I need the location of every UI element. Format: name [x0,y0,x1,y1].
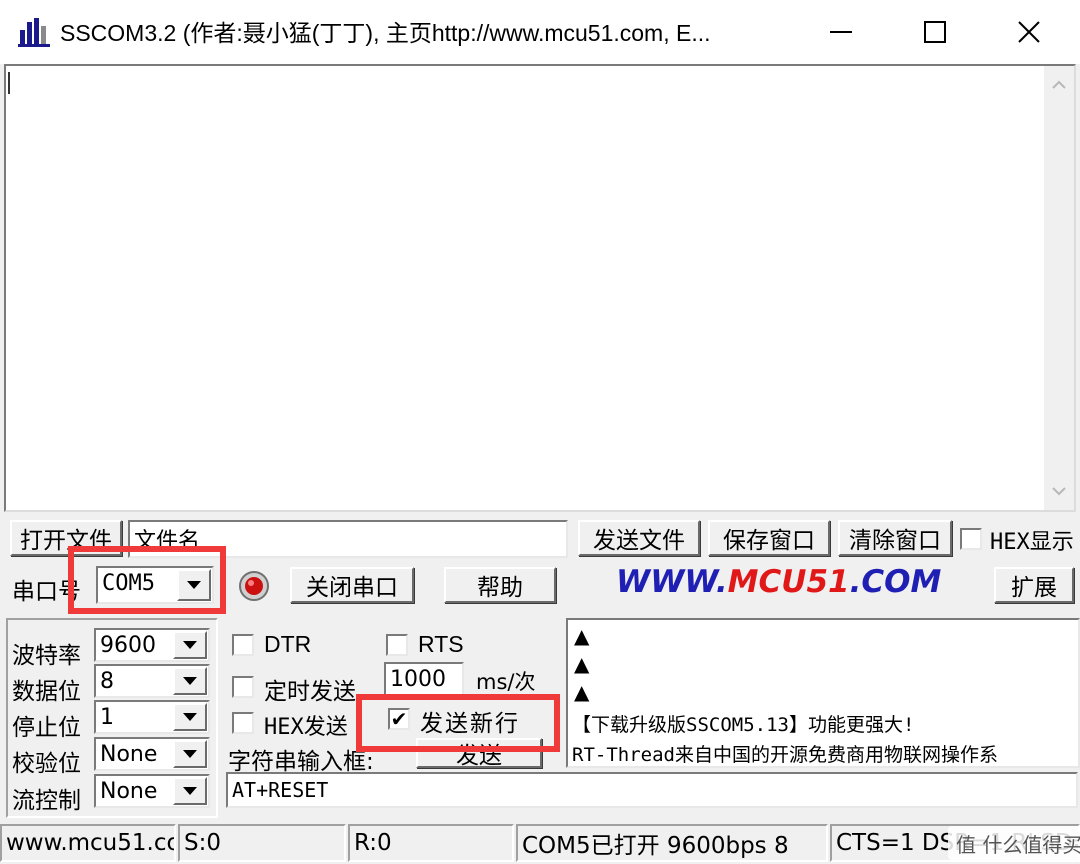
dropdown-arrow-icon[interactable] [173,667,207,695]
baud-select[interactable]: 9600 [94,628,210,662]
website-link-com: .COM [849,564,942,600]
databits-select-value: 8 [100,669,114,694]
dropdown-arrow-icon[interactable] [173,777,207,805]
stopbits-select-value: 1 [100,705,114,730]
databits-label: 数据位 [12,679,81,705]
dropdown-arrow-icon[interactable] [173,740,207,768]
status-port-state: COM5已打开 9600bps 8 [516,824,828,862]
marker-icon: ▲ [574,680,590,704]
save-window-button[interactable]: 保存窗口 [708,520,830,556]
parity-select[interactable]: None [94,737,210,771]
hex-display-checkbox[interactable] [960,528,982,550]
timed-send-label: 定时发送 [264,679,356,705]
parity-select-value: None [100,742,158,767]
vertical-scrollbar[interactable] [1044,66,1074,510]
dtr-label: DTR [264,631,312,657]
send-string-input[interactable]: AT+RESET [226,772,1078,808]
port-status-led-icon [238,570,270,602]
website-link-www: WWW. [616,564,728,600]
app-icon [18,16,50,48]
minimize-icon [830,31,852,33]
string-input-label: 字符串输入框: [228,749,374,775]
status-sent: S:0 [178,824,346,862]
timed-send-checkbox[interactable] [232,676,254,698]
info-rtthread-line[interactable]: RT-Thread来自中国的开源免费商用物联网操作系 [572,740,1076,767]
flow-label: 流控制 [12,788,81,814]
rts-label: RTS [418,631,464,657]
scroll-up-icon[interactable] [1051,80,1067,90]
marker-icon: ▲ [574,652,590,676]
dropdown-arrow-icon[interactable] [173,631,207,659]
watermark: 值 什么值得买 [948,826,1080,860]
baud-select-value: 9600 [100,633,156,658]
hex-send-checkbox[interactable] [232,712,254,734]
info-upgrade-link[interactable]: 【下载升级版SSCOM5.13】功能更强大! [572,710,914,737]
website-link-mcu: MCU51 [727,564,850,600]
stopbits-select[interactable]: 1 [94,700,210,734]
close-button[interactable] [982,8,1076,56]
parity-label: 校验位 [12,751,81,777]
maximize-button[interactable] [888,8,982,56]
interval-input[interactable]: 1000 [384,662,464,696]
status-site: www.mcu51.com [0,824,176,862]
hex-display-label: HEX显示 [990,530,1074,555]
expand-button[interactable]: 扩展 [994,567,1074,603]
dropdown-arrow-icon[interactable] [173,703,207,731]
clear-window-button[interactable]: 清除窗口 [838,520,952,556]
status-received: R:0 [348,824,514,862]
marker-icon: ▲ [574,624,590,648]
scroll-down-icon[interactable] [1051,486,1067,496]
send-file-button[interactable]: 发送文件 [578,520,700,556]
close-port-button[interactable]: 关闭串口 [290,567,414,603]
window-title: SSCOM3.2 (作者:聂小猛(丁丁), 主页http://www.mcu51… [60,20,711,46]
receive-text-area[interactable] [4,64,1076,512]
flow-select-value: None [100,779,158,804]
stopbits-label: 停止位 [12,715,81,741]
databits-select[interactable]: 8 [94,664,210,698]
flow-select[interactable]: None [94,774,210,808]
close-icon [1018,21,1040,43]
minimize-button[interactable] [794,8,888,56]
interval-unit-label: ms/次 [476,670,536,694]
maximize-icon [924,21,946,43]
rts-checkbox[interactable] [386,634,408,656]
highlight-newline-box [356,694,560,752]
highlight-port-box [68,546,226,614]
dtr-checkbox[interactable] [232,634,254,656]
baud-label: 波特率 [12,643,81,669]
hex-send-label: HEX发送 [264,715,348,740]
text-caret [8,72,10,94]
website-link[interactable]: WWW.MCU51.COM [616,564,941,600]
help-button[interactable]: 帮助 [444,567,556,603]
